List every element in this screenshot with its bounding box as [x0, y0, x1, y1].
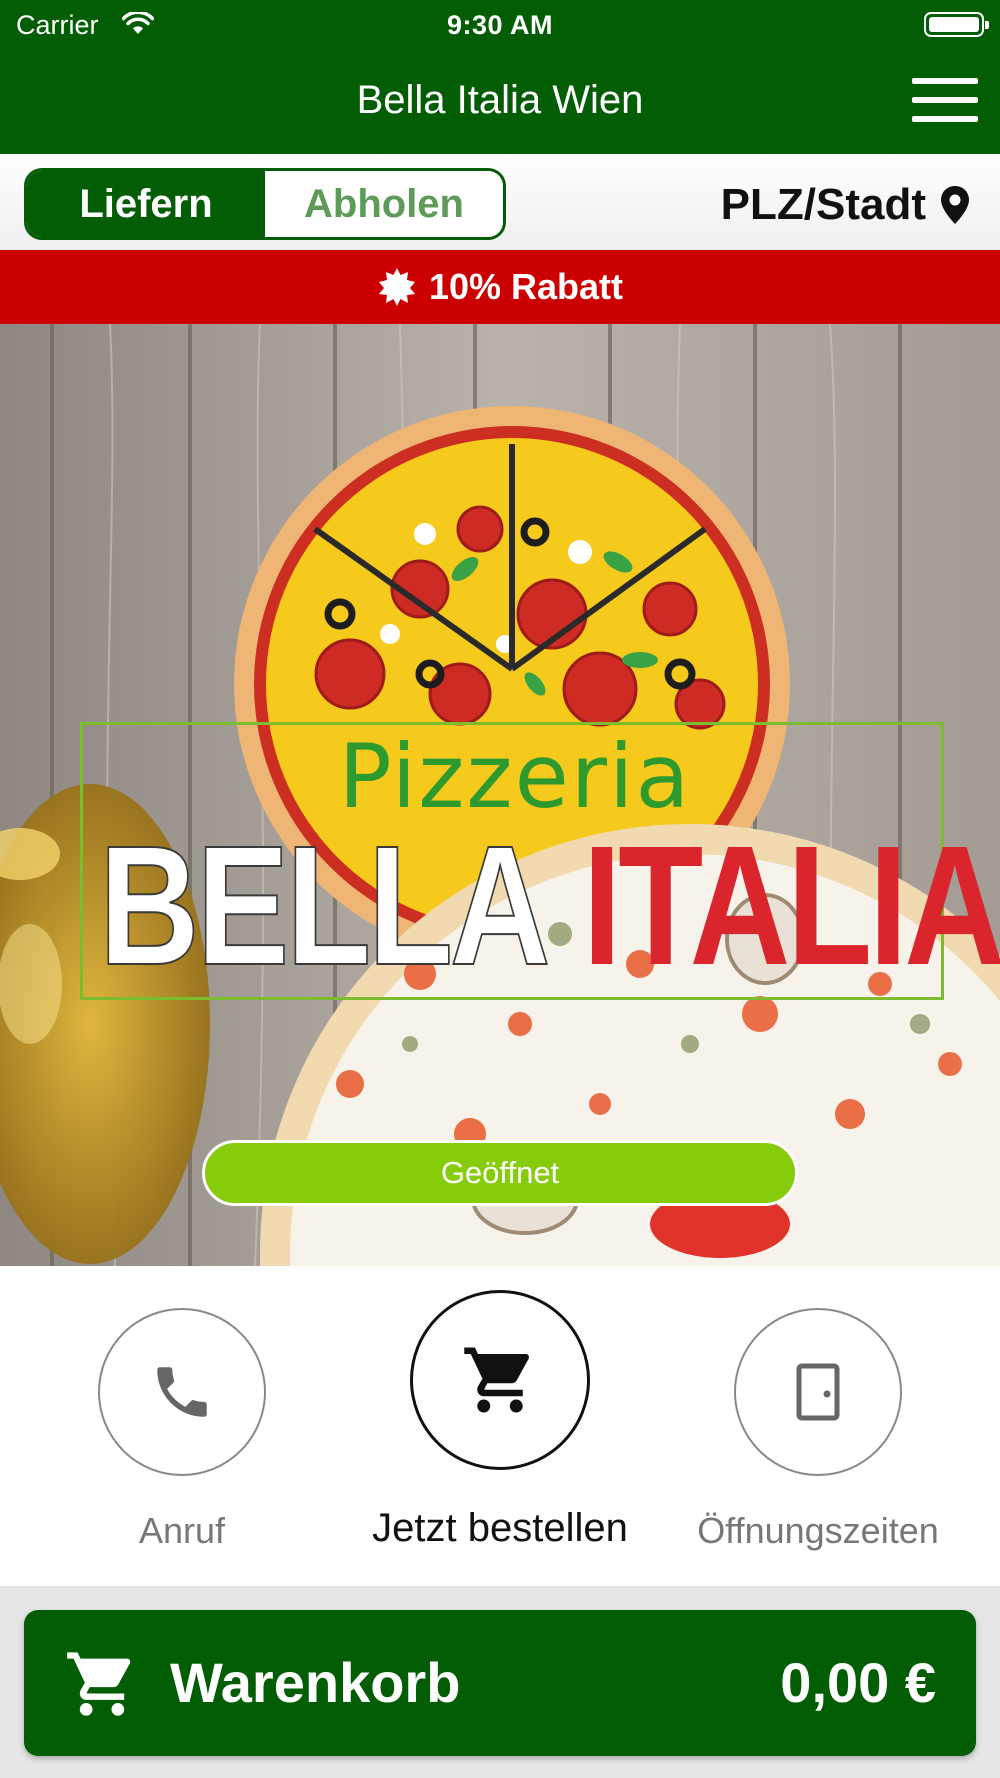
- door-icon: [796, 1363, 840, 1421]
- cart-label: Warenkorb: [170, 1651, 461, 1714]
- status-bar: Carrier 9:30 AM: [0, 0, 1000, 50]
- call-button[interactable]: Anruf: [62, 1308, 302, 1552]
- app-header: Carrier 9:30 AM Bella Italia Wien: [0, 0, 1000, 154]
- cart-button[interactable]: Warenkorb 0,00 €: [24, 1610, 976, 1756]
- logo-wordmark: BELLA ITALIA: [98, 820, 1000, 992]
- battery-icon: [924, 12, 989, 37]
- call-circle: [98, 1308, 266, 1476]
- phone-icon: [157, 1367, 207, 1417]
- tab-deliver[interactable]: Liefern: [27, 171, 265, 237]
- location-selector[interactable]: PLZ/Stadt: [721, 180, 970, 230]
- cart-footer: Warenkorb 0,00 €: [0, 1586, 1000, 1778]
- restaurant-logo: Pizzeria BELLA ITALIA: [80, 722, 1000, 1000]
- opening-hours-button[interactable]: Öffnungszeiten: [678, 1308, 958, 1552]
- order-now-button[interactable]: Jetzt bestellen: [340, 1290, 660, 1551]
- tab-pickup[interactable]: Abholen: [265, 171, 503, 237]
- shopping-cart-icon: [464, 1347, 529, 1413]
- order-mode-bar: Liefern Abholen PLZ/Stadt: [0, 154, 1000, 250]
- discount-text: 10% Rabatt: [428, 266, 624, 307]
- page-title: Bella Italia Wien: [356, 78, 644, 122]
- map-pin-icon: [941, 186, 969, 224]
- quick-actions: Anruf Jetzt bestellen Öffnungszeiten: [0, 1266, 1000, 1586]
- discount-badge-icon: [378, 268, 415, 306]
- logo-bella-text: BELLA: [98, 811, 551, 1001]
- location-label: PLZ/Stadt: [720, 180, 926, 229]
- order-circle: [410, 1290, 590, 1470]
- clock: 9:30 AM: [446, 10, 554, 40]
- hero-banner: Pizzeria BELLA ITALIA Geöffnet: [0, 324, 1000, 1266]
- hours-circle: [734, 1308, 902, 1476]
- logo-italia-text: ITALIA: [582, 811, 1000, 1001]
- cart-total: 0,00 €: [780, 1651, 936, 1714]
- hamburger-menu-icon[interactable]: [912, 78, 978, 124]
- order-label: Jetzt bestellen: [372, 1506, 628, 1550]
- call-label: Anruf: [138, 1510, 226, 1551]
- hours-label: Öffnungszeiten: [697, 1510, 939, 1551]
- discount-banner[interactable]: 10% Rabatt: [0, 250, 1000, 324]
- open-status-badge[interactable]: Geöffnet: [202, 1140, 798, 1206]
- order-mode-toggle: Liefern Abholen: [24, 168, 506, 240]
- cart-icon: [67, 1652, 131, 1716]
